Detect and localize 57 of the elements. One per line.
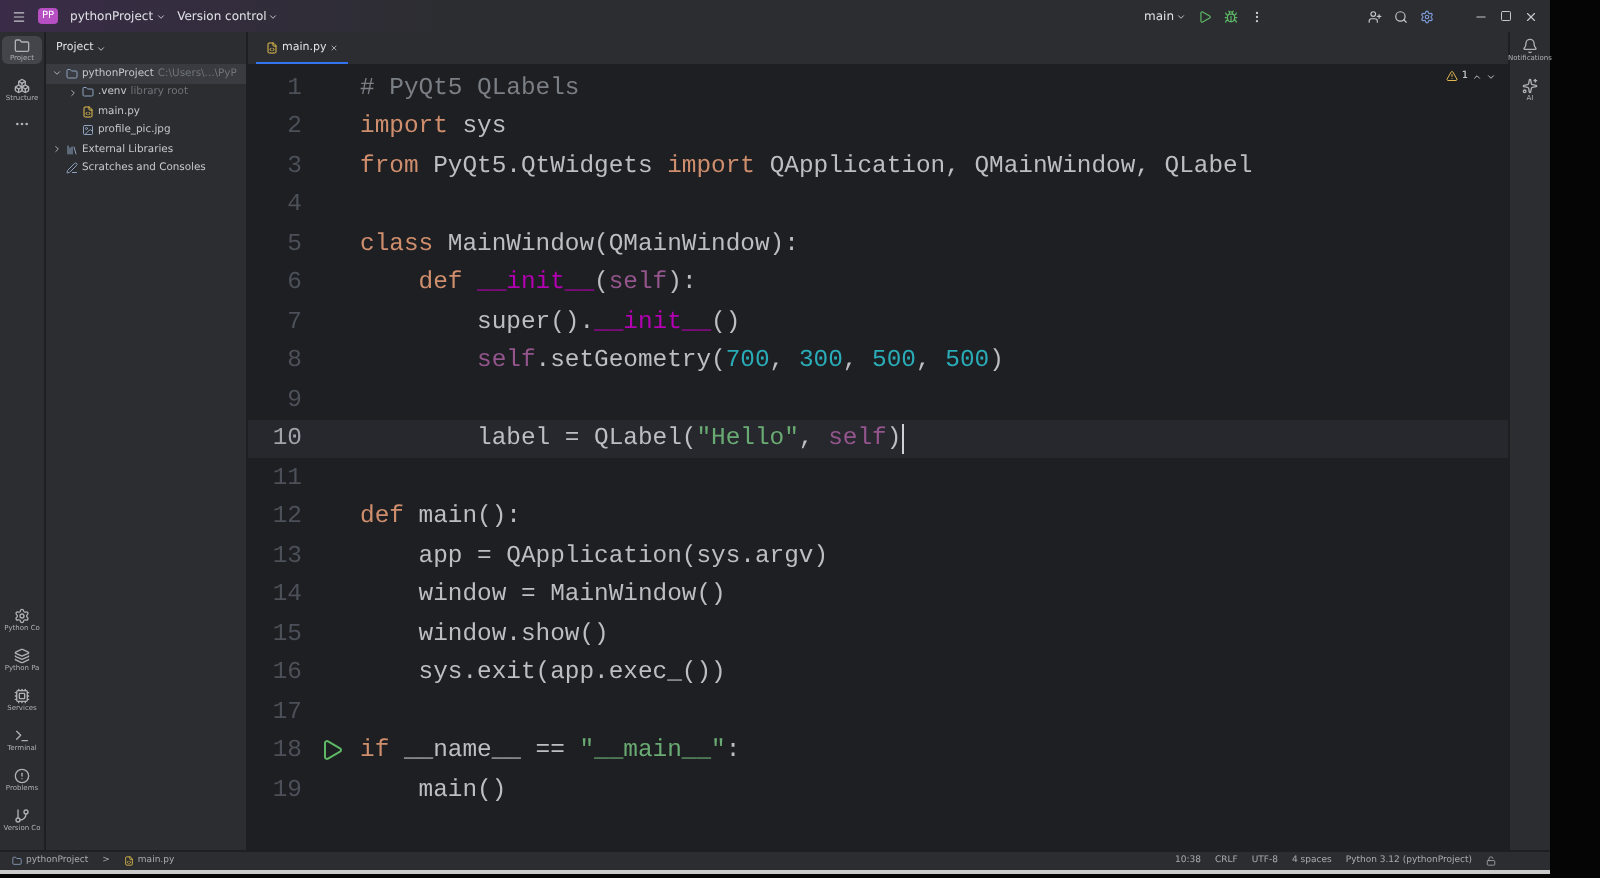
text-caret xyxy=(901,423,904,454)
line-number: 10 xyxy=(270,424,302,453)
code-line: from PyQt5.QtWidgets import QApplication, QMainWindow, QLabel xyxy=(360,151,1253,180)
folder-icon xyxy=(66,67,78,80)
run-icon[interactable] xyxy=(319,738,343,763)
chip-icon xyxy=(14,688,30,704)
maximize-icon[interactable] xyxy=(1500,10,1512,22)
menu-icon[interactable] xyxy=(12,9,26,23)
chevron-down-icon[interactable] xyxy=(52,68,62,79)
debug-icon[interactable] xyxy=(1224,9,1238,23)
code-line: import sys xyxy=(360,112,507,141)
code-line: app = QApplication(sys.argv) xyxy=(416,541,829,570)
alert-icon xyxy=(14,768,30,784)
python-file-icon xyxy=(266,41,278,53)
image-file-icon xyxy=(82,124,94,137)
folder-icon xyxy=(12,856,22,866)
folder-icon xyxy=(82,86,94,99)
structure-icon xyxy=(14,78,30,94)
code-line: if __name__ == "__main__": xyxy=(360,736,741,765)
code-line: window.show() xyxy=(416,619,609,648)
code-line: # PyQt5 QLabels xyxy=(360,73,580,102)
search-icon[interactable] xyxy=(1394,9,1408,23)
code-line: main() xyxy=(416,775,507,804)
warning-icon xyxy=(1445,70,1458,82)
folder-icon xyxy=(14,38,30,54)
code-line: self.setGeometry(700, 300, 500, 500) xyxy=(475,346,1004,375)
python-file-icon xyxy=(82,105,94,118)
branch-icon xyxy=(14,808,30,824)
add-user-icon[interactable] xyxy=(1368,9,1382,23)
run-icon[interactable] xyxy=(1198,9,1212,23)
lock-icon[interactable] xyxy=(1486,856,1496,866)
code-line: label = QLabel("Hello", self) xyxy=(475,424,902,453)
chevron-right-icon[interactable] xyxy=(52,144,62,155)
chevron-right-icon[interactable] xyxy=(68,87,78,98)
pen-icon xyxy=(66,162,78,175)
more-icon[interactable] xyxy=(1250,9,1264,23)
layers-icon xyxy=(14,648,30,664)
close-icon[interactable] xyxy=(1524,9,1538,23)
code-line: sys.exit(app.exec_()) xyxy=(416,658,726,687)
chevron-down-icon xyxy=(268,11,279,21)
previous-icon[interactable] xyxy=(1472,71,1482,81)
settings-icon[interactable] xyxy=(1420,9,1434,23)
code-line: def __init__(self): xyxy=(416,268,697,297)
python-file-icon xyxy=(123,856,134,866)
gear-icon xyxy=(14,608,30,624)
code-line: def main(): xyxy=(360,502,521,531)
chevron-down-icon xyxy=(1176,11,1186,21)
chevron-down-icon xyxy=(95,43,106,53)
code-line: window = MainWindow() xyxy=(416,580,726,609)
code-line: super().__init__() xyxy=(475,307,741,336)
code-line: class MainWindow(QMainWindow): xyxy=(360,229,799,258)
library-icon xyxy=(66,143,78,156)
chevron-down-icon xyxy=(155,11,166,21)
sparkle-icon xyxy=(1522,78,1538,94)
next-icon[interactable] xyxy=(1486,71,1496,81)
terminal-icon xyxy=(14,728,30,744)
bell-icon xyxy=(1522,38,1538,54)
